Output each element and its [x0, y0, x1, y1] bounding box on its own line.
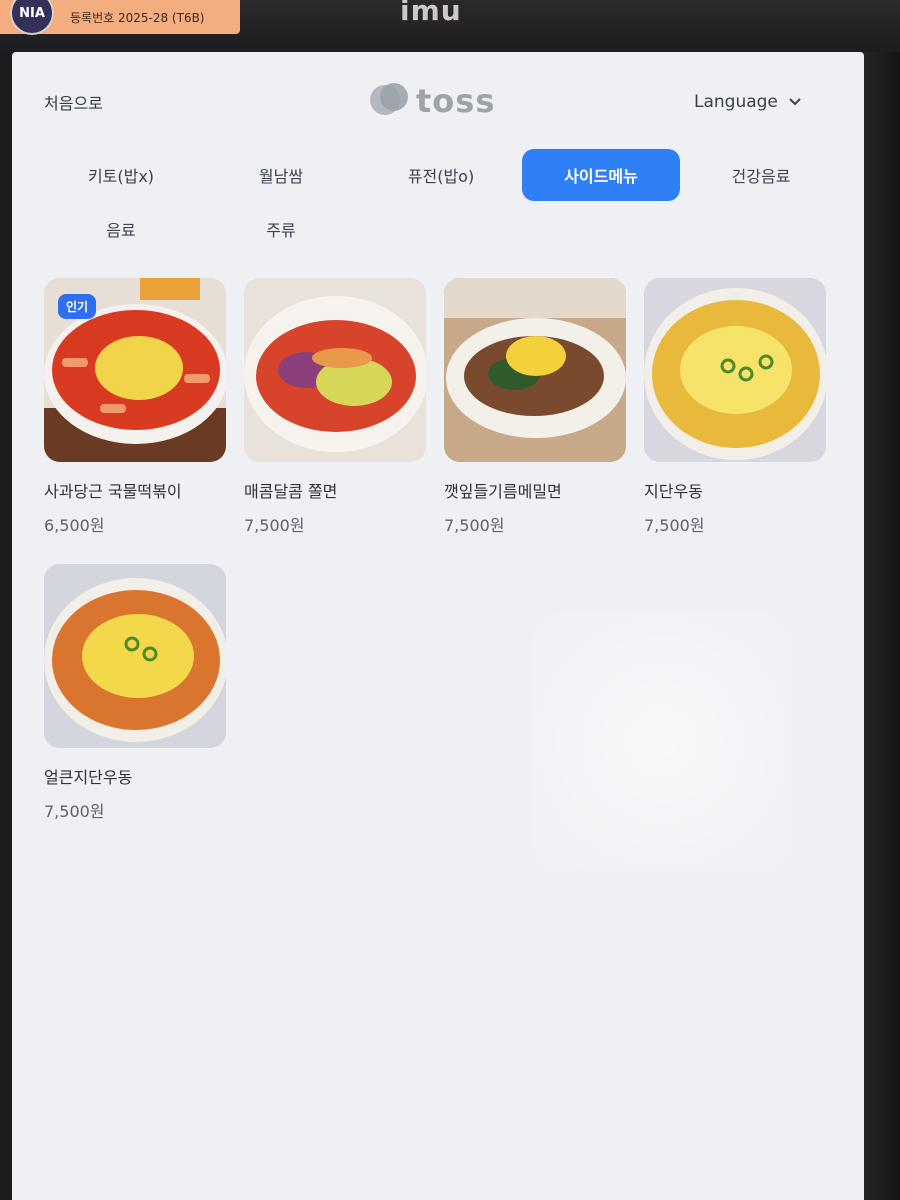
category-tabs: 키토(밥x) 월남쌈 퓨전(밥o) 사이드메뉴 건강음료 음료 주류 — [42, 149, 842, 255]
registration-sticker: NIA 등록번호 2025-28 (T6B) — [0, 0, 240, 35]
tab-side-menu[interactable]: 사이드메뉴 — [522, 149, 680, 201]
food-image: 인기 — [44, 278, 226, 462]
nia-badge: NIA — [10, 0, 54, 35]
food-image — [644, 278, 826, 462]
language-label: Language — [694, 92, 778, 112]
item-name: 깻잎들기름메밀면 — [444, 482, 562, 501]
item-name: 얼큰지단우동 — [44, 768, 133, 787]
tab-health-drinks[interactable]: 건강음료 — [682, 149, 840, 201]
item-name: 사과당근 국물떡볶이 — [44, 482, 182, 501]
item-name: 매콤달콤 쫄면 — [244, 482, 338, 501]
menu-grid: 인기 사과당근 국물떡볶이 6,500원 매콤달콤 쫄면 7,500원 깻잎들기… — [44, 278, 826, 822]
item-price: 6,500원 — [44, 516, 105, 535]
tab-spring-roll[interactable]: 월남쌈 — [202, 149, 360, 201]
tab-fusion[interactable]: 퓨전(밥o) — [362, 149, 520, 201]
tab-keto[interactable]: 키토(밥x) — [42, 149, 200, 201]
menu-item-card[interactable]: 깻잎들기름메밀면 7,500원 — [444, 278, 626, 536]
item-price: 7,500원 — [244, 516, 305, 535]
kiosk-screen: 처음으로 toss Language 키토(밥x) 월남쌈 퓨전(밥o) 사이드… — [12, 52, 864, 1200]
home-button[interactable]: 처음으로 — [44, 90, 103, 114]
chevron-down-icon — [788, 92, 802, 112]
menu-item-card[interactable]: 얼큰지단우동 7,500원 — [44, 564, 226, 822]
item-price: 7,500원 — [444, 516, 505, 535]
menu-item-card[interactable]: 지단우동 7,500원 — [644, 278, 826, 536]
toss-logo: toss — [368, 80, 495, 122]
item-price: 7,500원 — [44, 802, 105, 821]
toss-logo-icon — [368, 80, 410, 122]
food-image — [244, 278, 426, 462]
toss-logo-text: toss — [416, 82, 496, 120]
tab-alcohol[interactable]: 주류 — [202, 203, 360, 255]
menu-item-card[interactable]: 인기 사과당근 국물떡볶이 6,500원 — [44, 278, 226, 536]
popular-badge: 인기 — [58, 294, 97, 319]
item-name: 지단우동 — [644, 482, 703, 501]
kiosk-frame-right — [860, 52, 900, 1200]
food-image — [44, 564, 226, 748]
item-price: 7,500원 — [644, 516, 705, 535]
tab-drinks[interactable]: 음료 — [42, 203, 200, 255]
registration-number: 등록번호 2025-28 (T6B) — [70, 10, 205, 25]
food-image — [444, 278, 626, 462]
menu-item-card[interactable]: 매콤달콤 쫄면 7,500원 — [244, 278, 426, 536]
kiosk-brand: imu — [400, 0, 462, 27]
language-selector[interactable]: Language — [694, 92, 802, 112]
header: 처음으로 toss Language — [12, 52, 864, 147]
